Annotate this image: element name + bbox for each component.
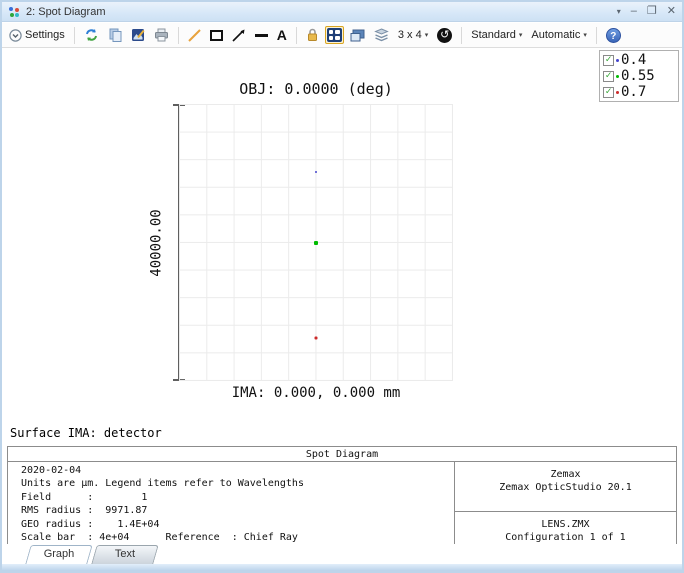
file-cell: LENS.ZMX Configuration 1 of 1 <box>455 512 676 546</box>
info-panel: Spot Diagram 2020-02-04 Units are µm. Le… <box>7 446 677 547</box>
print-icon <box>154 28 169 42</box>
spot-0.7 <box>314 337 317 340</box>
refresh-button[interactable] <box>81 26 102 44</box>
summary-line: 2020-02-04 <box>21 464 454 477</box>
chevron-down-circle-icon <box>9 29 22 42</box>
tab-graph[interactable]: Graph <box>28 545 90 564</box>
lock-icon <box>306 28 319 42</box>
x-axis-label: IMA: 0.000, 0.000 mm <box>169 385 463 401</box>
legend-label: 0.7 <box>621 84 646 100</box>
window-menu-button[interactable]: ▾ <box>617 8 621 16</box>
copy-icon <box>108 28 122 42</box>
arrow-icon <box>232 29 246 42</box>
thick-line-annotation-button[interactable] <box>252 32 271 39</box>
legend-item[interactable]: ✓ 0.55 <box>603 68 675 84</box>
tab-bar: Graph Text <box>2 544 682 564</box>
summary-line: Field : 1 <box>21 491 454 504</box>
configuration-label: Configuration 1 of 1 <box>455 531 676 544</box>
legend-color-dot <box>616 59 619 62</box>
close-button[interactable]: ✕ <box>667 6 676 17</box>
separator <box>74 27 75 44</box>
layers-button[interactable] <box>371 26 392 44</box>
spot-diagram-icon <box>8 6 20 18</box>
spot-matrix-icon <box>327 28 342 42</box>
spot-0.4 <box>315 171 317 173</box>
summary-line: RMS radius : 9971.87 <box>21 504 454 517</box>
tab-text-label: Text <box>94 545 156 564</box>
reset-icon: ↺ <box>437 28 452 43</box>
y-axis-scale-label-wrap: 40000.00 <box>148 104 166 381</box>
legend-label: 0.4 <box>621 52 646 68</box>
separator <box>296 27 297 44</box>
minimize-button[interactable]: – <box>631 6 637 17</box>
wavelength-checkbox[interactable]: ✓ <box>603 87 614 98</box>
rectangle-annotation-button[interactable] <box>207 28 226 43</box>
toolbar: Settings <box>2 23 682 48</box>
settings-button[interactable]: Settings <box>6 27 68 44</box>
wavelength-checkbox[interactable]: ✓ <box>603 71 614 82</box>
summary-line: Units are µm. Legend items refer to Wave… <box>21 477 454 490</box>
arrow-annotation-button[interactable] <box>229 27 249 44</box>
file-name: LENS.ZMX <box>455 518 676 531</box>
rectangle-icon <box>210 30 223 41</box>
line-icon <box>188 29 201 42</box>
window-bottom-border <box>2 564 682 571</box>
panel-title: Spot Diagram <box>8 447 676 462</box>
brand-version: Zemax OpticStudio 20.1 <box>455 481 676 494</box>
brand-cell: Zemax Zemax OpticStudio 20.1 <box>455 462 676 512</box>
separator <box>178 27 179 44</box>
spot-diagram-window: 2: Spot Diagram ▾ – ❐ ✕ Settings <box>0 0 684 573</box>
help-icon: ? <box>606 28 621 43</box>
text-tool-icon: A <box>277 28 287 42</box>
thick-line-icon <box>255 34 268 37</box>
legend-color-dot <box>616 75 619 78</box>
legend-item[interactable]: ✓ 0.7 <box>603 84 675 100</box>
standard-dropdown[interactable]: Standard ▾ <box>468 27 525 43</box>
legend-label: 0.55 <box>621 68 655 84</box>
line-annotation-button[interactable] <box>185 27 204 44</box>
chevron-down-icon: ▾ <box>583 31 587 39</box>
chevron-down-icon: ▾ <box>425 31 429 39</box>
print-button[interactable] <box>151 26 172 44</box>
tab-text[interactable]: Text <box>94 545 156 564</box>
automatic-label: Automatic <box>531 29 580 41</box>
legend-color-dot <box>616 91 619 94</box>
separator <box>596 27 597 44</box>
maximize-button[interactable]: ❐ <box>647 6 657 17</box>
automatic-dropdown[interactable]: Automatic ▾ <box>528 27 589 43</box>
title-bar: 2: Spot Diagram ▾ – ❐ ✕ <box>2 2 682 22</box>
wavelength-checkbox[interactable]: ✓ <box>603 55 614 66</box>
copy-button[interactable] <box>105 26 125 44</box>
help-button[interactable]: ? <box>603 26 624 45</box>
plot-area <box>179 104 453 381</box>
y-axis-scale-label: 40000.00 <box>149 209 165 276</box>
tab-graph-label: Graph <box>28 545 90 564</box>
standard-label: Standard <box>471 29 516 41</box>
save-image-icon <box>131 28 145 42</box>
cascade-windows-button[interactable] <box>347 27 368 44</box>
save-image-button[interactable] <box>128 26 148 44</box>
grid-size-dropdown[interactable]: 3 x 4 ▾ <box>395 27 431 43</box>
lock-button[interactable] <box>303 26 322 44</box>
layers-icon <box>374 28 389 42</box>
analysis-summary: 2020-02-04 Units are µm. Legend items re… <box>8 462 454 546</box>
separator <box>461 27 462 44</box>
summary-line: GEO radius : 1.4E+04 <box>21 518 454 531</box>
legend-item[interactable]: ✓ 0.4 <box>603 52 675 68</box>
spot-matrix-button[interactable] <box>325 26 344 44</box>
summary-line: Scale bar : 4e+04 Reference : Chief Ray <box>21 531 454 544</box>
surface-label: Surface IMA: detector <box>10 426 162 440</box>
text-annotation-button[interactable]: A <box>274 26 290 44</box>
cascade-windows-icon <box>350 29 365 42</box>
window-title: 2: Spot Diagram <box>26 6 105 18</box>
chevron-down-icon: ▾ <box>519 31 523 39</box>
chart-title: OBJ: 0.0000 (deg) <box>179 80 453 98</box>
reset-view-button[interactable]: ↺ <box>434 26 455 45</box>
settings-label: Settings <box>25 29 65 41</box>
grid-size-label: 3 x 4 <box>398 29 422 41</box>
spot-0.55 <box>314 241 318 245</box>
wavelength-legend: ✓ 0.4 ✓ 0.55 ✓ 0.7 <box>599 50 679 102</box>
refresh-icon <box>84 28 99 42</box>
brand-name: Zemax <box>455 468 676 481</box>
